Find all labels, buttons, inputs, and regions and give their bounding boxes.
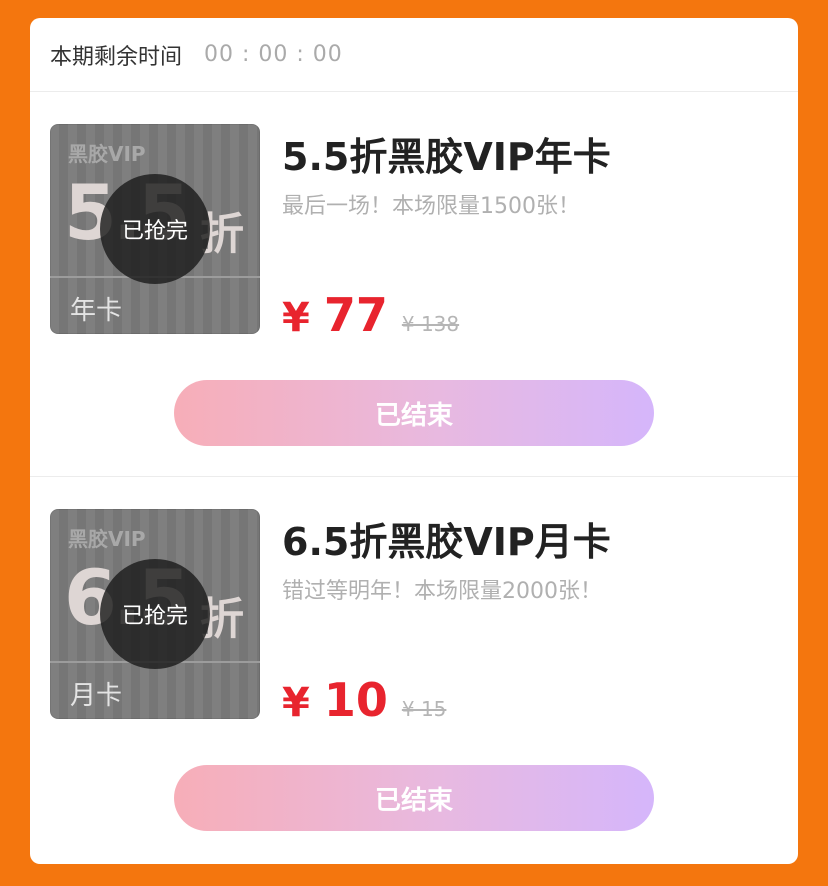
currency-symbol: ¥	[282, 295, 310, 341]
vip-ticket-image: 黑胶VIP 5.5 折 年卡 已抢完	[50, 124, 260, 334]
ended-button[interactable]: 已结束	[174, 380, 654, 446]
sale-price: 77	[323, 288, 388, 342]
price-row: ¥ 10 ¥ 15	[282, 673, 446, 727]
product-title[interactable]: 5.5折黑胶VIP年卡	[282, 126, 611, 181]
ticket-type: 月卡	[70, 681, 123, 711]
product-item: 黑胶VIP 6.5 折 月卡 已抢完 6.5折黑胶VIP月卡 错过等明年！本场限…	[30, 476, 798, 861]
sold-out-badge: 已抢完	[100, 174, 210, 284]
product-description: 错过等明年！本场限量2000张！	[282, 579, 602, 604]
sold-out-badge: 已抢完	[100, 559, 210, 669]
ticket-brand-logo: 黑胶VIP	[68, 142, 146, 166]
product-title[interactable]: 6.5折黑胶VIP月卡	[282, 511, 611, 566]
product-description: 最后一场！本场限量1500张！	[282, 194, 580, 219]
countdown-header: 本期剩余时间 00 : 00 : 00	[30, 18, 798, 92]
original-price: ¥ 15	[401, 697, 447, 721]
countdown-timer: 00 : 00 : 00	[204, 42, 343, 67]
product-item: 黑胶VIP 5.5 折 年卡 已抢完 5.5折黑胶VIP年卡 最后一场！本场限量…	[30, 92, 798, 476]
ticket-type: 年卡	[70, 296, 123, 326]
sale-price: 10	[323, 673, 388, 727]
price-row: ¥ 77 ¥ 138	[282, 288, 459, 342]
countdown-label: 本期剩余时间	[50, 44, 183, 70]
original-price: ¥ 138	[401, 312, 460, 336]
vip-ticket-image: 黑胶VIP 6.5 折 月卡 已抢完	[50, 509, 260, 719]
flash-sale-card: 本期剩余时间 00 : 00 : 00 黑胶VIP 5.5 折 年卡 已抢完 5…	[30, 18, 798, 864]
currency-symbol: ¥	[282, 680, 310, 726]
ended-button[interactable]: 已结束	[174, 765, 654, 831]
ticket-brand-logo: 黑胶VIP	[68, 527, 146, 551]
